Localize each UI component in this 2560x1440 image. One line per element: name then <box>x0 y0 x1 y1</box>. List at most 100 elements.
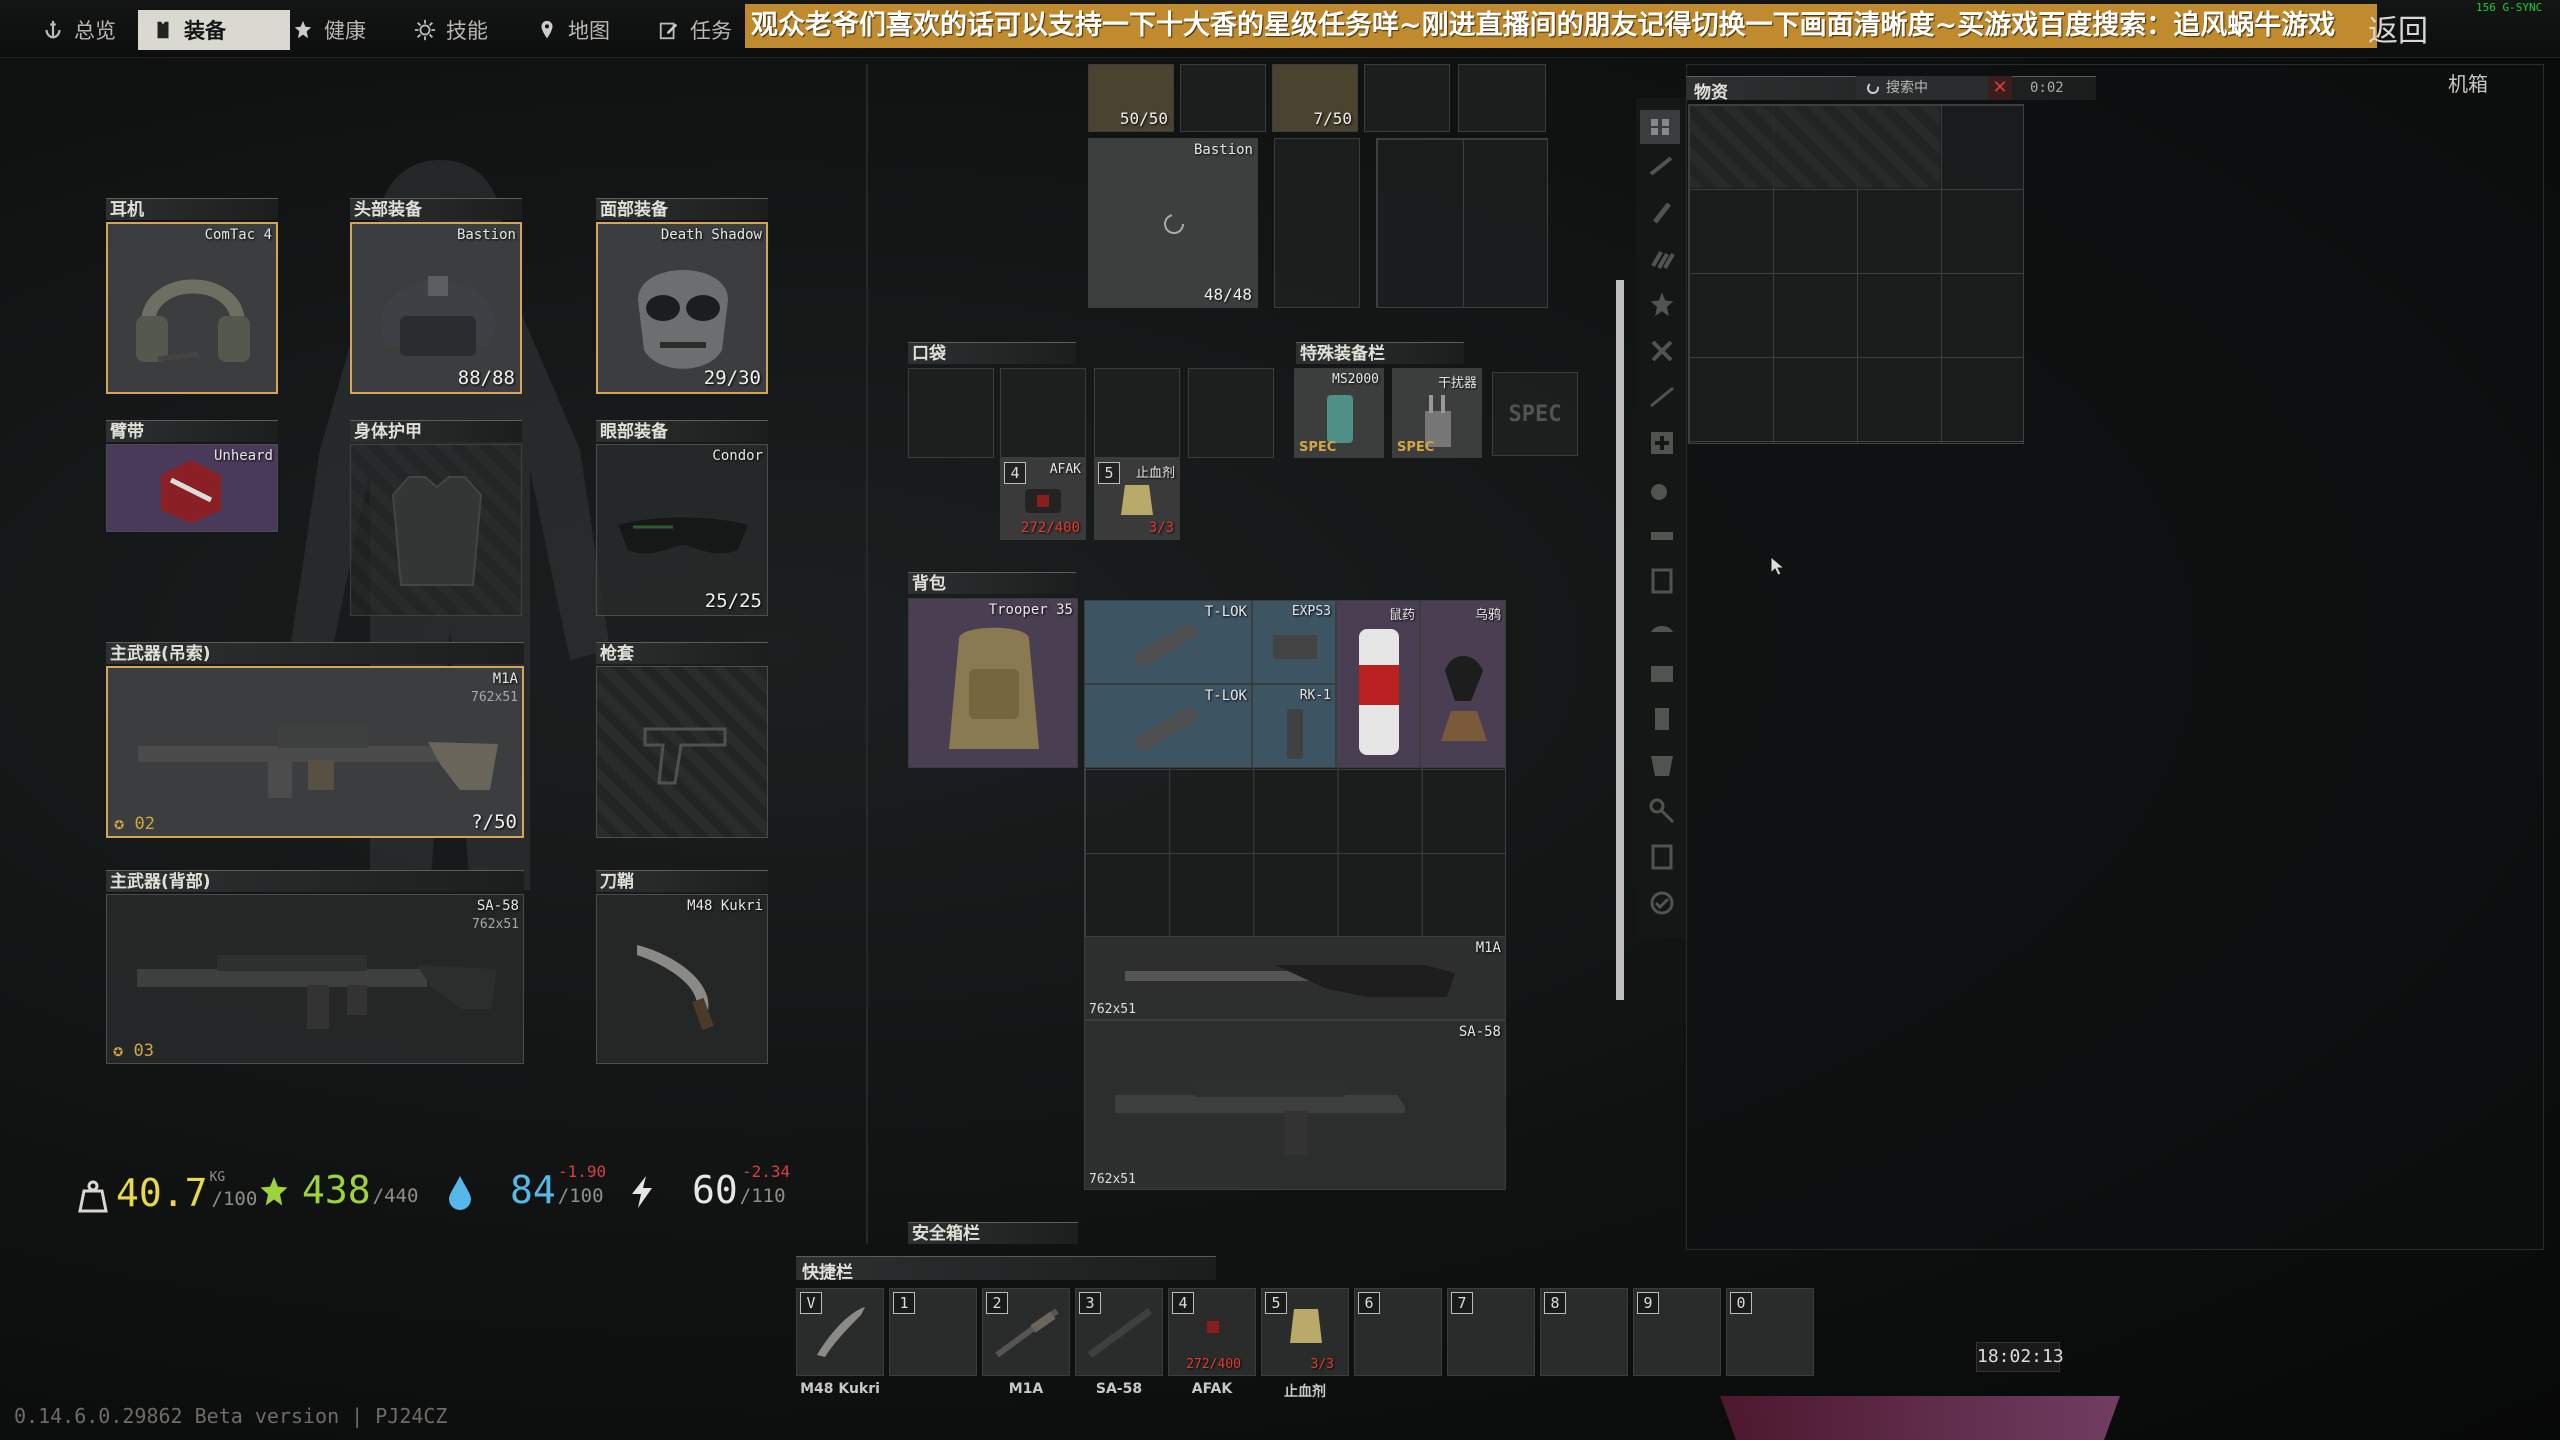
backpack-sa58-ammo: 762x51 <box>1089 1172 1136 1187</box>
backpack-rk1[interactable]: RK-1 <box>1252 684 1336 768</box>
face-item[interactable]: Death Shadow 29/30 <box>596 222 768 394</box>
suppressor-icon <box>1134 623 1198 667</box>
tab-gear-label: 装备 <box>184 19 226 43</box>
quickbar-slot-2[interactable]: 2 M1A <box>982 1288 1070 1397</box>
backpack-exps3[interactable]: EXPS3 <box>1252 600 1336 684</box>
holster-empty[interactable] <box>596 666 768 838</box>
back-button[interactable]: 返回 <box>2368 6 2428 50</box>
tab-map[interactable]: 地图 <box>522 10 624 50</box>
headwear-item[interactable]: Bastion 88/88 <box>350 222 522 394</box>
quickbar-slot-4[interactable]: 4 272/400 AFAK <box>1168 1288 1256 1397</box>
rig-cell[interactable] <box>1364 64 1450 132</box>
filter-maps-icon[interactable] <box>1647 750 1677 780</box>
hydration-delta: -1.90 <box>558 1162 607 1181</box>
mouse-cursor-icon <box>1770 556 1786 576</box>
quickbar-count: 272/400 <box>1186 1357 1241 1372</box>
rig-mag-item[interactable]: 7/50 <box>1272 64 1358 132</box>
loading-spinner-icon <box>1164 214 1184 234</box>
filter-quest-icon[interactable] <box>1647 888 1677 918</box>
energy-bolt-icon <box>632 1176 652 1208</box>
quickbar-slot-3[interactable]: 3 SA-58 <box>1075 1288 1163 1397</box>
filter-melee-icon[interactable] <box>1647 198 1677 228</box>
filter-barter-icon[interactable] <box>1647 382 1677 412</box>
slot-primary-back-title: 主武器(背部) <box>106 870 524 892</box>
pocket-hemostat[interactable]: 5 止血剂 3/3 <box>1094 458 1180 540</box>
hemostat-count: 3/3 <box>1148 520 1174 536</box>
health-star-icon <box>294 20 312 39</box>
backpack-rat-poison[interactable]: 鼠药 <box>1336 600 1420 768</box>
quickbar-slot-1[interactable]: 1 <box>889 1288 977 1376</box>
exps3-name: EXPS3 <box>1291 604 1331 619</box>
tlok-1-name: T-LOK <box>1204 604 1247 620</box>
primary-sling-item[interactable]: M1A 762x51 ✪ 02 ?/50 <box>106 666 524 838</box>
body-armor-empty[interactable] <box>350 444 522 616</box>
rig-plate-item[interactable]: Bastion 48/48 <box>1088 138 1258 308</box>
primary-back-item[interactable]: SA-58 762x51 ✪ 03 <box>106 894 524 1064</box>
tab-overview[interactable]: 总览 <box>28 10 130 50</box>
backpack-tlok-1[interactable]: T-LOK <box>1084 600 1252 684</box>
tab-skills[interactable]: 技能 <box>400 10 502 50</box>
filter-special-icon[interactable] <box>1647 704 1677 734</box>
rig-cell[interactable] <box>1274 138 1360 308</box>
filter-all-button[interactable] <box>1640 110 1680 144</box>
rank-medal-icon: ✪ <box>113 1041 124 1061</box>
rig-cell[interactable] <box>1458 64 1546 132</box>
rat-poison-can-icon <box>1359 629 1399 755</box>
quickbar-slot-7[interactable]: 7 <box>1447 1288 1535 1376</box>
quickbar-slot-0[interactable]: 0 <box>1726 1288 1814 1376</box>
tab-gear[interactable]: 装备 <box>138 10 290 50</box>
pocket-slot[interactable] <box>908 368 994 458</box>
stop-search-button[interactable]: ✕ <box>1988 76 2012 100</box>
inventory-scrollbar[interactable] <box>1616 280 1624 1000</box>
filter-weapons-icon[interactable] <box>1647 152 1677 182</box>
quickbar-key: 6 <box>1358 1292 1380 1314</box>
pocket-slot[interactable] <box>1094 368 1180 458</box>
quickbar-slot-9[interactable]: 9 <box>1633 1288 1721 1376</box>
filter-notes-icon[interactable] <box>1647 842 1677 872</box>
quickbar-slot-8[interactable]: 8 <box>1540 1288 1628 1376</box>
filter-keys2-icon[interactable] <box>1647 796 1677 826</box>
special-empty-slot[interactable]: SPEC <box>1492 372 1578 456</box>
pocket-afak[interactable]: 4 AFAK 272/400 <box>1000 458 1086 540</box>
rig-mag-item[interactable]: 50/50 <box>1088 64 1174 132</box>
filter-ammo-icon[interactable] <box>1647 244 1677 274</box>
weight-unit: KG <box>209 1170 226 1185</box>
filter-keys-icon[interactable] <box>1647 566 1677 596</box>
grid-all-icon <box>1651 119 1669 135</box>
backpack-m1a[interactable]: M1A 762x51 <box>1084 936 1506 1020</box>
scabbard-item[interactable]: M48 Kukri <box>596 894 768 1064</box>
slot-primary-sling: 主武器(吊索) M1A 762x51 ✪ 02 ?/50 <box>106 642 524 842</box>
quickbar-label: SA-58 <box>1095 1381 1143 1397</box>
pocket-slot[interactable] <box>1188 368 1274 458</box>
slot-body-armor: 身体护甲 <box>350 420 522 618</box>
backpack-tlok-2[interactable]: T-LOK <box>1084 684 1252 768</box>
rig-grid[interactable] <box>1376 138 1548 308</box>
quickbar-slot-V[interactable]: V M48 Kukri <box>796 1288 884 1397</box>
quickbar-slot-5[interactable]: 5 3/3 止血剂 <box>1261 1288 1349 1400</box>
slot-earpiece: 耳机 ComTac 4 <box>106 198 278 398</box>
backpack-sa58[interactable]: SA-58 762x51 <box>1084 1020 1506 1190</box>
ms2000-name: MS2000 <box>1332 372 1379 387</box>
quickbar-slot-6[interactable]: 6 <box>1354 1288 1442 1376</box>
filter-mods-icon[interactable] <box>1647 520 1677 550</box>
filter-info-icon[interactable] <box>1647 612 1677 642</box>
rig-cell[interactable] <box>1180 64 1266 132</box>
backpack-trooper-icon <box>949 627 1039 749</box>
armband-item[interactable]: Unheard <box>106 444 278 532</box>
filter-provisions-icon[interactable] <box>1647 474 1677 504</box>
pocket-slot[interactable] <box>1000 368 1086 458</box>
special-ms2000[interactable]: MS2000 SPEC <box>1294 368 1384 458</box>
backpack-raven[interactable]: 乌鸦 <box>1420 600 1506 768</box>
earpiece-item[interactable]: ComTac 4 <box>106 222 278 394</box>
special-jammer[interactable]: 干扰器 SPEC <box>1392 368 1482 458</box>
backpack-item[interactable]: Trooper 35 <box>908 598 1078 768</box>
tab-tasks[interactable]: 任务 <box>644 10 746 50</box>
filter-containers-icon[interactable] <box>1647 658 1677 688</box>
tab-health[interactable]: 健康 <box>278 10 380 50</box>
task-edit-icon <box>659 22 678 40</box>
holo-sight-icon <box>1273 635 1317 659</box>
filter-medical-icon[interactable] <box>1647 428 1677 458</box>
eyewear-item[interactable]: Condor 25/25 <box>596 444 768 616</box>
filter-gear-icon[interactable] <box>1647 290 1677 320</box>
filter-tools-icon[interactable] <box>1647 336 1677 366</box>
